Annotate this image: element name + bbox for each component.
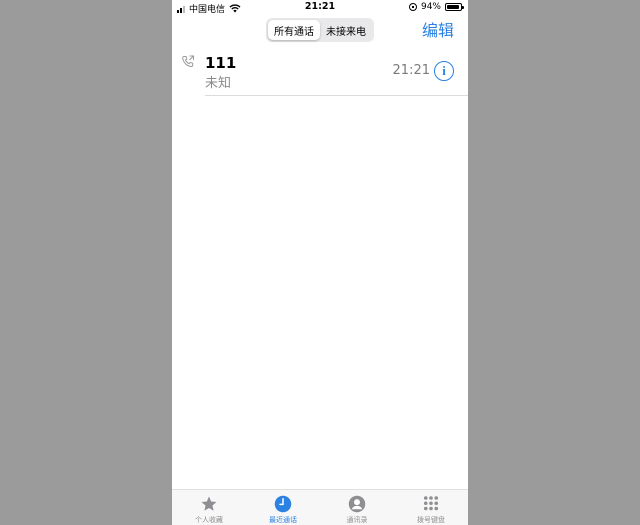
battery-fill xyxy=(447,5,460,9)
phone-outgoing-icon xyxy=(182,55,194,68)
person-circle-icon xyxy=(347,494,367,513)
segment-missed-calls[interactable]: 未接来电 xyxy=(320,20,372,40)
caller-subtitle: 未知 xyxy=(205,76,232,91)
battery-icon xyxy=(445,3,464,11)
battery-percent: 94% xyxy=(420,2,441,12)
tab-label: 个人收藏 xyxy=(195,516,223,524)
call-filter-segmented-control: 所有通话 未接来电 xyxy=(266,18,374,42)
tab-label: 通讯录 xyxy=(346,516,368,524)
tab-recents[interactable]: 最近通话 xyxy=(246,490,320,525)
clock-icon xyxy=(273,494,293,513)
tab-bar: 个人收藏 最近通话 通讯录 拨号键盘 xyxy=(172,489,468,525)
tab-favorites[interactable]: 个人收藏 xyxy=(172,490,246,525)
status-right: 94% xyxy=(408,2,464,12)
phone-screen: 中国电信 21:21 94% 所有通话 未接来电 编辑 111 未知 21:21… xyxy=(172,0,468,525)
edit-button[interactable]: 编辑 xyxy=(422,17,454,41)
segment-all-calls[interactable]: 所有通话 xyxy=(268,20,320,40)
caller-name: 111 xyxy=(205,54,237,72)
row-divider xyxy=(205,95,468,96)
call-list-item[interactable]: 111 未知 21:21 i xyxy=(172,48,468,96)
info-button[interactable]: i xyxy=(434,61,454,81)
star-icon xyxy=(199,494,219,513)
keypad-icon xyxy=(421,494,441,513)
status-bar: 中国电信 21:21 94% xyxy=(172,0,468,15)
tab-label: 拨号键盘 xyxy=(417,516,445,524)
rotation-lock-icon xyxy=(408,3,417,11)
tab-contacts[interactable]: 通讯录 xyxy=(320,490,394,525)
tab-label: 最近通话 xyxy=(269,516,297,524)
call-time: 21:21 xyxy=(392,63,430,78)
tab-keypad[interactable]: 拨号键盘 xyxy=(394,490,468,525)
info-icon: i xyxy=(442,63,446,78)
